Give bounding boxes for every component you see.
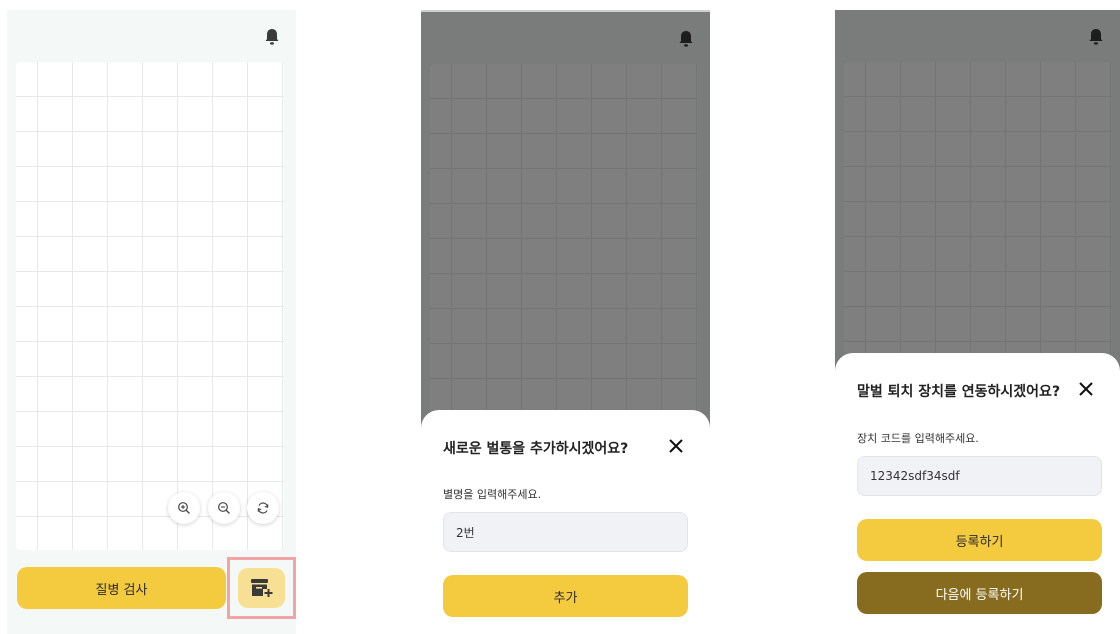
register-later-button[interactable]: 다음에 등록하기 bbox=[857, 572, 1102, 614]
device-code-input[interactable] bbox=[857, 456, 1102, 496]
add-button-label: 추가 bbox=[553, 590, 578, 606]
add-hive-button[interactable] bbox=[238, 568, 285, 608]
add-hive-modal-screen: 새로운 벌통을 추가하시겠어요? 별명을 입력해주세요. 추가 bbox=[421, 10, 710, 634]
device-code-label: 장치 코드를 입력해주세요. bbox=[857, 432, 979, 445]
zoom-out-button[interactable] bbox=[208, 492, 240, 524]
register-button-label: 등록하기 bbox=[955, 534, 1004, 550]
sheet-title: 말벌 퇴치 장치를 연동하시겠어요? bbox=[857, 384, 1061, 400]
link-device-modal-screen: 말벌 퇴치 장치를 연동하시겠어요? 장치 코드를 입력해주세요. 등록하기 다… bbox=[835, 10, 1120, 634]
close-icon[interactable] bbox=[668, 438, 684, 454]
bell-icon[interactable] bbox=[264, 28, 280, 46]
refresh-icon bbox=[257, 502, 269, 514]
zoom-in-icon bbox=[178, 502, 190, 514]
nickname-label: 별명을 입력해주세요. bbox=[443, 488, 542, 501]
zoom-out-icon bbox=[218, 502, 230, 514]
disease-exam-button[interactable]: 질병 검사 bbox=[17, 567, 226, 609]
nickname-input[interactable] bbox=[443, 512, 688, 552]
link-device-sheet: 말벌 퇴치 장치를 연동하시겠어요? 장치 코드를 입력해주세요. 등록하기 다… bbox=[835, 353, 1120, 634]
disease-exam-label: 질병 검사 bbox=[95, 582, 148, 598]
hive-grid[interactable] bbox=[16, 62, 284, 550]
highlight-frame bbox=[227, 557, 296, 619]
register-later-label: 다음에 등록하기 bbox=[935, 587, 1024, 603]
close-icon[interactable] bbox=[1078, 381, 1094, 397]
add-button[interactable]: 추가 bbox=[443, 575, 688, 617]
hive-map-screen: 질병 검사 bbox=[7, 10, 296, 634]
sheet-title: 새로운 벌통을 추가하시겠어요? bbox=[443, 441, 629, 457]
add-hive-sheet: 새로운 벌통을 추가하시겠어요? 별명을 입력해주세요. 추가 bbox=[421, 410, 710, 634]
register-button[interactable]: 등록하기 bbox=[857, 519, 1102, 561]
add-hive-icon bbox=[250, 579, 272, 597]
zoom-in-button[interactable] bbox=[168, 492, 200, 524]
refresh-button[interactable] bbox=[247, 492, 279, 524]
